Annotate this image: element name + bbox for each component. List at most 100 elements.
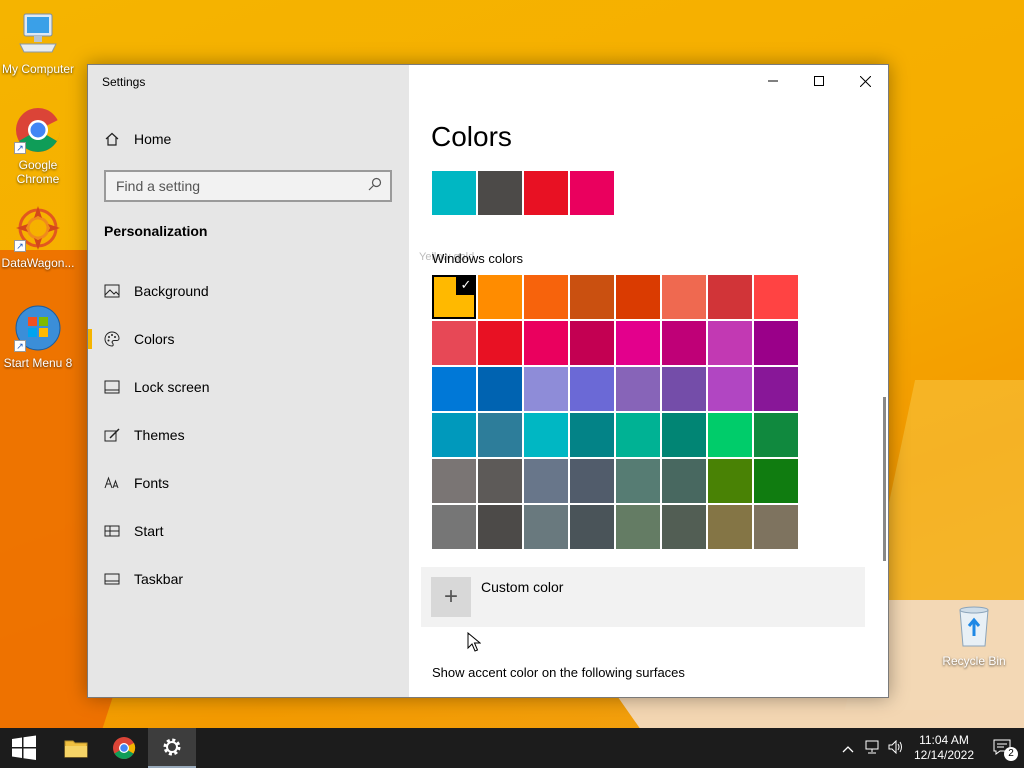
desktop-icon-my-computer[interactable]: My Computer — [0, 10, 76, 76]
sidebar-item-label: Lock screen — [134, 379, 210, 395]
color-swatch[interactable] — [570, 367, 614, 411]
chrome-taskbar-button[interactable] — [100, 728, 148, 768]
windows-colors-label: Windows colors — [432, 251, 524, 266]
sidebar-item-start[interactable]: Start — [88, 513, 409, 549]
custom-color-button[interactable]: + Custom color — [421, 567, 865, 627]
clock[interactable]: 11:04 AM 12/14/2022 — [908, 733, 980, 763]
chevron-up-icon[interactable] — [836, 741, 860, 756]
color-swatch[interactable] — [662, 459, 706, 503]
color-swatch[interactable] — [708, 367, 752, 411]
minimize-button[interactable] — [750, 65, 796, 97]
color-swatch[interactable] — [478, 413, 522, 457]
maximize-button[interactable] — [796, 65, 842, 97]
start-button[interactable] — [0, 728, 48, 768]
network-icon[interactable] — [860, 740, 884, 757]
action-center-button[interactable]: 2 — [980, 739, 1024, 761]
color-swatch[interactable] — [616, 459, 660, 503]
sidebar-item-background[interactable]: Background — [88, 273, 409, 309]
color-swatch[interactable] — [432, 413, 476, 457]
close-button[interactable] — [842, 65, 888, 97]
sidebar-item-lock-screen[interactable]: Lock screen — [88, 369, 409, 405]
file-explorer-button[interactable] — [52, 728, 100, 768]
color-swatch[interactable] — [432, 321, 476, 365]
color-swatch[interactable] — [570, 275, 614, 319]
color-swatch[interactable] — [570, 321, 614, 365]
color-swatch[interactable] — [478, 275, 522, 319]
chrome-icon: ↗ — [14, 106, 62, 154]
color-swatch[interactable] — [616, 413, 660, 457]
search-input[interactable] — [116, 178, 356, 194]
color-swatch[interactable] — [708, 413, 752, 457]
color-swatch[interactable] — [708, 321, 752, 365]
recent-color-swatch[interactable] — [432, 171, 476, 215]
color-swatch[interactable] — [478, 321, 522, 365]
sidebar-item-label: Start — [134, 523, 164, 539]
desktop-icon-recycle-bin[interactable]: Recycle Bin — [936, 602, 1012, 668]
sidebar-item-fonts[interactable]: Fonts — [88, 465, 409, 501]
color-swatch[interactable] — [524, 459, 568, 503]
color-swatch[interactable] — [754, 275, 798, 319]
color-swatch[interactable] — [524, 505, 568, 549]
color-swatch[interactable] — [616, 505, 660, 549]
color-swatch[interactable] — [662, 321, 706, 365]
color-swatch[interactable] — [478, 459, 522, 503]
color-swatch[interactable] — [708, 459, 752, 503]
sidebar-item-themes[interactable]: Themes — [88, 417, 409, 453]
color-swatch[interactable] — [662, 367, 706, 411]
color-swatch[interactable] — [662, 505, 706, 549]
sidebar-item-label: Background — [134, 283, 209, 299]
recent-color-swatch[interactable] — [524, 171, 568, 215]
color-swatch[interactable] — [570, 413, 614, 457]
clock-time: 11:04 AM — [919, 733, 969, 747]
recent-color-swatch[interactable] — [478, 171, 522, 215]
settings-content: Colors Yellow gold Windows colors ✓ + Cu… — [409, 65, 888, 697]
color-swatch[interactable] — [754, 459, 798, 503]
color-swatch[interactable] — [754, 413, 798, 457]
color-swatch[interactable] — [524, 367, 568, 411]
color-swatch[interactable] — [754, 505, 798, 549]
color-swatch[interactable] — [570, 505, 614, 549]
desktop-icon-datawagon[interactable]: ↗ DataWagon... — [0, 204, 76, 270]
color-swatch[interactable] — [524, 275, 568, 319]
nav-home[interactable]: Home — [104, 129, 171, 149]
custom-color-label: Custom color — [481, 579, 564, 595]
mouse-cursor-icon — [467, 632, 481, 652]
desktop-icon-google-chrome[interactable]: ↗ Google Chrome — [0, 106, 76, 186]
color-swatch[interactable] — [524, 321, 568, 365]
settings-sidebar: Settings Home Personalization Background — [88, 65, 409, 697]
color-swatch[interactable] — [570, 459, 614, 503]
color-swatch[interactable] — [708, 505, 752, 549]
settings-taskbar-button[interactable] — [148, 728, 196, 768]
color-swatch[interactable] — [478, 367, 522, 411]
plus-icon: + — [431, 577, 471, 617]
shortcut-arrow-icon: ↗ — [14, 240, 26, 252]
color-swatch[interactable] — [662, 413, 706, 457]
computer-icon — [14, 10, 62, 58]
windows-logo-icon — [12, 735, 36, 760]
search-icon[interactable] — [368, 177, 382, 196]
color-swatch[interactable] — [432, 505, 476, 549]
scrollbar[interactable] — [883, 397, 886, 561]
recent-color-swatch[interactable] — [570, 171, 614, 215]
color-swatch[interactable] — [432, 367, 476, 411]
color-swatch[interactable]: ✓ — [432, 275, 476, 319]
color-swatch[interactable] — [754, 321, 798, 365]
color-swatch[interactable] — [616, 321, 660, 365]
color-swatch[interactable] — [616, 367, 660, 411]
color-swatch[interactable] — [524, 413, 568, 457]
color-swatch[interactable] — [478, 505, 522, 549]
sidebar-item-colors[interactable]: Colors — [88, 321, 409, 357]
home-icon — [104, 131, 120, 147]
sidebar-item-label: Colors — [134, 331, 175, 347]
search-box[interactable] — [104, 170, 392, 202]
sidebar-item-taskbar[interactable]: Taskbar — [88, 561, 409, 597]
volume-icon[interactable] — [884, 739, 908, 757]
color-swatch[interactable] — [662, 275, 706, 319]
taskbar: 11:04 AM 12/14/2022 2 — [0, 728, 1024, 768]
color-swatch[interactable] — [754, 367, 798, 411]
color-swatch[interactable] — [432, 459, 476, 503]
color-swatch[interactable] — [708, 275, 752, 319]
color-swatch[interactable] — [616, 275, 660, 319]
desktop-icon-start-menu-8[interactable]: ↗ Start Menu 8 — [0, 304, 76, 370]
desktop-icon-label: Google Chrome — [16, 158, 60, 186]
